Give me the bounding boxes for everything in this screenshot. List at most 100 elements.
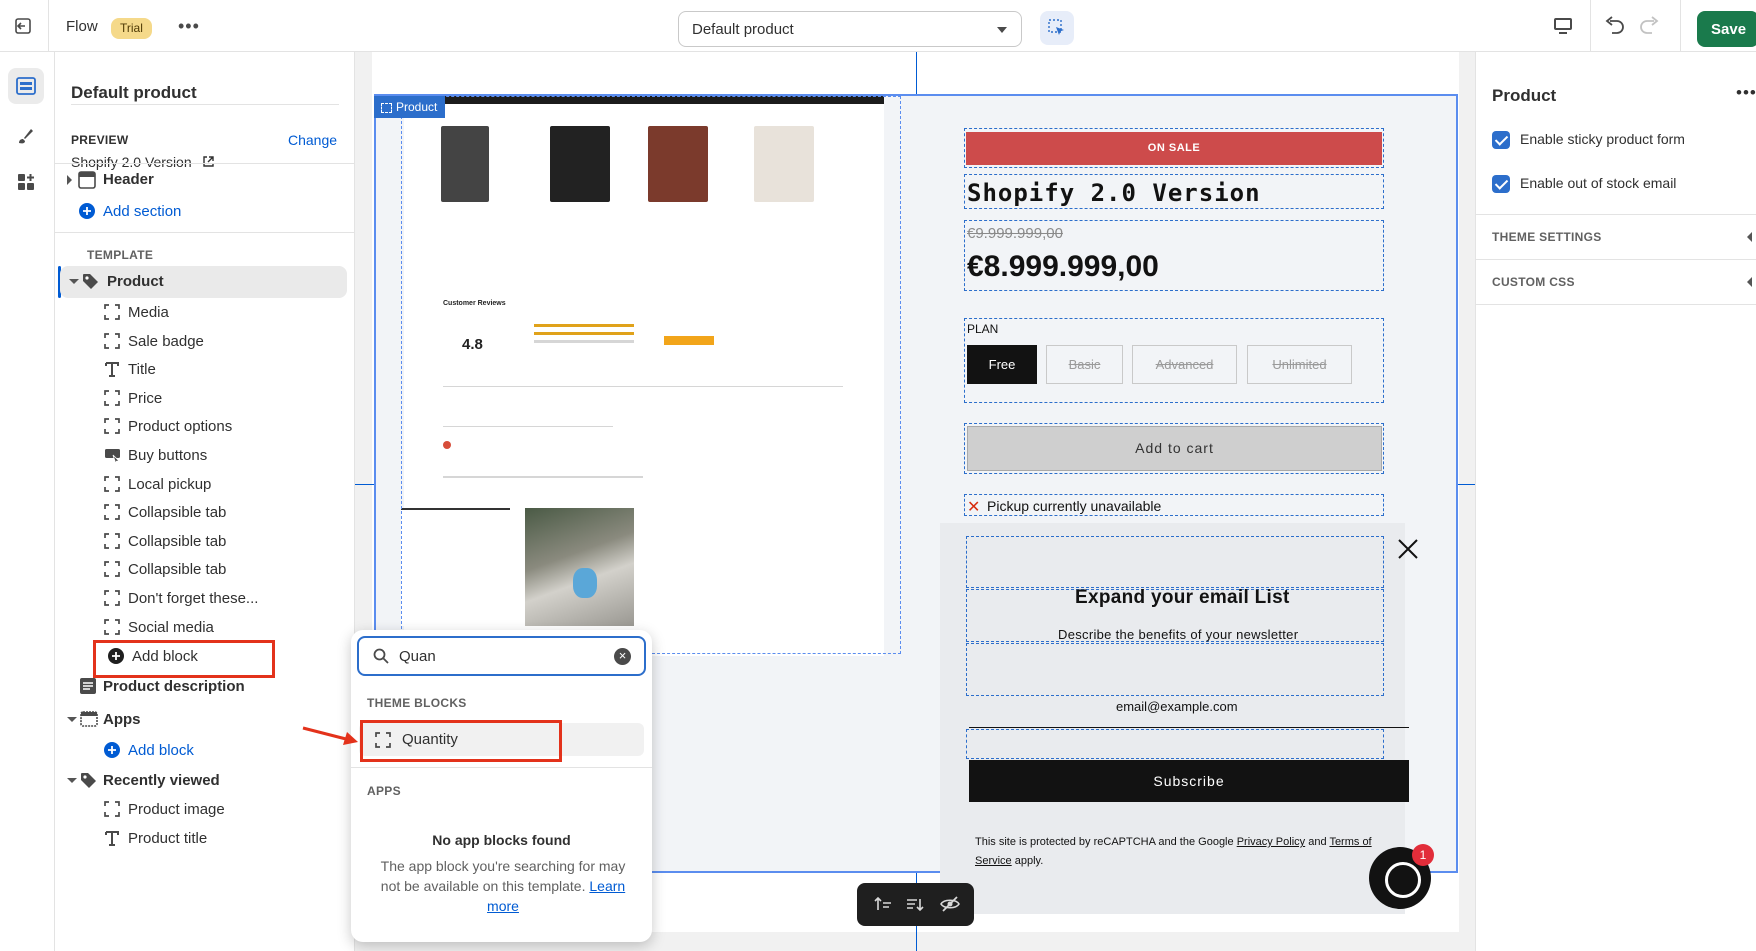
dashed-square-icon xyxy=(104,332,120,352)
chevron-right-icon[interactable] xyxy=(67,175,72,185)
sidebar-block-item[interactable]: Local pickup xyxy=(60,469,347,501)
hide-icon[interactable] xyxy=(940,895,960,916)
more-actions-button[interactable]: ••• xyxy=(178,16,200,37)
sidebar-title: Default product xyxy=(71,83,197,102)
sidebar-item-label: Title xyxy=(128,361,156,379)
app-name: Flow xyxy=(66,18,98,35)
sections-button[interactable] xyxy=(8,68,44,104)
clear-search-icon[interactable]: × xyxy=(614,648,631,665)
sale-badge: ON SALE xyxy=(966,132,1382,165)
plan-option[interactable]: Advanced xyxy=(1132,345,1237,384)
close-icon[interactable] xyxy=(1397,538,1419,563)
move-up-icon[interactable] xyxy=(874,895,892,916)
sidebar-item-recently-viewed[interactable]: Recently viewed xyxy=(60,765,347,797)
sidebar-item-label: Product xyxy=(107,273,164,290)
section-tag[interactable]: Product xyxy=(374,96,446,118)
sidebar-block-item[interactable]: Don't forget these... xyxy=(60,583,347,615)
pickup-availability: Pickup currently unavailable xyxy=(987,498,1162,514)
recaptcha-notice: This site is protected by reCAPTCHA and … xyxy=(975,833,1390,871)
preview-label: PREVIEW xyxy=(71,133,129,147)
block-search-field[interactable]: × xyxy=(357,636,646,676)
recaptcha-text: This site is protected by reCAPTCHA and … xyxy=(975,836,1237,848)
add-section-button[interactable]: Add section xyxy=(60,196,347,228)
undo-icon[interactable] xyxy=(1604,16,1626,39)
empty-state-title: No app blocks found xyxy=(432,832,571,848)
plan-option[interactable]: Basic xyxy=(1046,345,1123,384)
sidebar-item-product[interactable]: Product xyxy=(60,266,347,298)
desktop-icon[interactable] xyxy=(1553,17,1573,38)
search-icon xyxy=(373,648,389,664)
search-input[interactable] xyxy=(399,646,599,666)
sidebar-item-header[interactable]: Header xyxy=(60,164,347,196)
plan-option[interactable]: Unlimited xyxy=(1247,345,1352,384)
sidebar-block-item[interactable]: Collapsible tab xyxy=(60,526,347,558)
app-embeds-button[interactable] xyxy=(8,164,44,200)
sidebar-block-item[interactable]: Product image xyxy=(60,794,347,826)
theme-settings-button[interactable] xyxy=(8,118,44,154)
template-select[interactable]: Default product xyxy=(678,11,1022,47)
apps-section-icon xyxy=(80,711,98,730)
sidebar-block-item[interactable]: Social media xyxy=(60,612,347,644)
dashed-square-icon xyxy=(104,475,120,495)
save-button[interactable]: Save xyxy=(1697,11,1756,47)
email-input[interactable]: email@example.com xyxy=(1116,699,1238,714)
checkbox-checked[interactable] xyxy=(1492,131,1510,149)
template-select-value: Default product xyxy=(692,21,794,38)
chevron-left-icon[interactable] xyxy=(1747,232,1752,242)
sidebar-item-label: Product title xyxy=(128,830,208,847)
header-section-icon xyxy=(78,171,96,192)
exit-icon[interactable] xyxy=(14,17,34,35)
email-input-underline xyxy=(969,727,1409,728)
move-down-icon[interactable] xyxy=(906,895,924,916)
sections-sidebar: Default product PREVIEW Change Shopify 2… xyxy=(55,52,355,951)
divider xyxy=(1476,304,1756,305)
change-preview-link[interactable]: Change xyxy=(288,132,337,148)
redo-icon[interactable] xyxy=(1638,16,1660,39)
privacy-policy-link[interactable]: Privacy Policy xyxy=(1237,836,1305,848)
sidebar-item-label: Header xyxy=(103,171,154,188)
recaptcha-and: and xyxy=(1305,836,1330,848)
chevron-down-icon[interactable] xyxy=(67,778,77,783)
custom-css-heading[interactable]: CUSTOM CSS xyxy=(1492,275,1575,289)
chevron-down-icon xyxy=(997,27,1007,33)
dashed-square-icon xyxy=(104,801,120,820)
add-block-label: Add block xyxy=(128,742,194,759)
text-block-icon xyxy=(80,678,96,697)
add-section-label: Add section xyxy=(103,203,182,220)
plus-circle-icon xyxy=(104,742,120,761)
sidebar-block-item[interactable]: Sale badge xyxy=(60,326,347,358)
inspector-button[interactable] xyxy=(1040,11,1074,45)
plan-label: PLAN xyxy=(967,322,999,336)
divider xyxy=(1680,0,1681,52)
more-options-button[interactable]: ••• xyxy=(1736,83,1756,103)
sidebar-block-item[interactable]: Collapsible tab xyxy=(60,554,347,586)
chevron-down-icon[interactable] xyxy=(67,717,77,722)
theme-settings-heading[interactable]: THEME SETTINGS xyxy=(1492,230,1602,244)
apps-icon xyxy=(18,174,34,190)
sidebar-item-label: Local pickup xyxy=(128,475,212,493)
sidebar-block-item[interactable]: Buy buttons xyxy=(60,440,347,472)
tag-icon xyxy=(80,772,97,792)
checkbox-checked[interactable] xyxy=(1492,175,1510,193)
sidebar-item-label: Buy buttons xyxy=(128,447,208,464)
plan-option[interactable]: Free xyxy=(967,345,1037,384)
sidebar-block-item[interactable]: Price xyxy=(60,383,347,415)
chevron-left-icon[interactable] xyxy=(1747,277,1752,287)
sidebar-item-label: Media xyxy=(128,304,169,321)
checkbox-label: Enable sticky product form xyxy=(1520,131,1685,147)
sidebar-block-item[interactable]: Product title xyxy=(60,823,347,855)
sidebar-block-item[interactable]: Title xyxy=(60,354,347,386)
sidebar-block-item[interactable]: Product options xyxy=(60,411,347,443)
divider xyxy=(71,104,339,105)
subscribe-button[interactable]: Subscribe xyxy=(969,760,1409,802)
chevron-down-icon[interactable] xyxy=(69,279,79,284)
popup-description: Describe the benefits of your newsletter xyxy=(1058,627,1299,642)
dashed-square-icon xyxy=(104,389,120,409)
add-to-cart-button[interactable]: Add to cart xyxy=(967,426,1382,471)
divider xyxy=(1590,0,1591,52)
sidebar-block-item[interactable]: Collapsible tab xyxy=(60,497,347,529)
template-group-label: TEMPLATE xyxy=(87,248,154,262)
sidebar-block-item[interactable]: Media xyxy=(60,297,347,329)
dashed-square-icon xyxy=(104,590,120,609)
annotation-arrow-icon xyxy=(302,726,358,745)
